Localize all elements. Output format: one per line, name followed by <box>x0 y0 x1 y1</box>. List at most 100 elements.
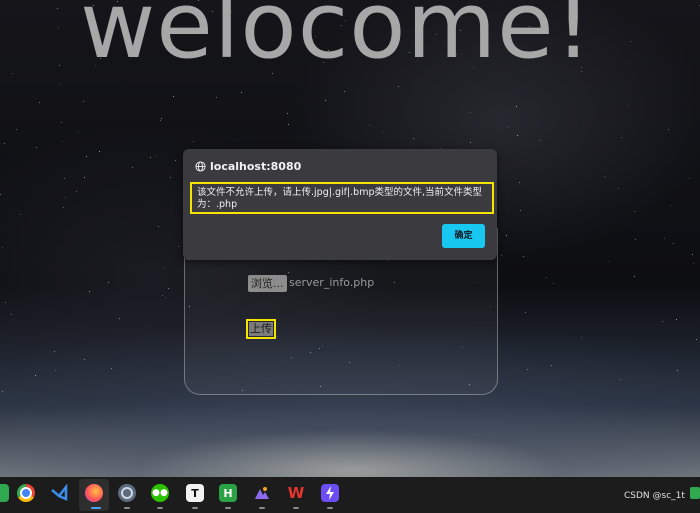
firefox-active-indicator <box>91 507 101 509</box>
star <box>693 263 694 264</box>
star <box>83 101 84 102</box>
star <box>506 235 507 236</box>
star <box>551 365 552 366</box>
star <box>369 125 370 126</box>
dialog-message: 该文件不允许上传，请上传.jpg|.gif|.bmp类型的文件,当前文件类型 为… <box>190 182 494 214</box>
star <box>59 65 60 66</box>
browse-button[interactable]: 浏览... <box>248 275 287 292</box>
star <box>4 143 5 144</box>
star <box>84 177 85 178</box>
taskbar: ●● T H W <box>0 477 700 513</box>
hbuilder-icon[interactable]: H <box>219 484 237 502</box>
star <box>165 297 166 298</box>
star <box>16 129 17 130</box>
star <box>668 129 669 130</box>
ok-button[interactable]: 确定 <box>442 224 485 248</box>
star <box>519 182 520 183</box>
star <box>620 379 621 380</box>
star <box>76 191 77 192</box>
star <box>89 291 90 292</box>
upload-button[interactable]: 上传 <box>249 322 273 336</box>
settings-icon[interactable] <box>118 484 136 502</box>
star <box>64 178 65 179</box>
star <box>618 188 619 189</box>
star <box>60 84 61 85</box>
star <box>2 391 3 392</box>
star <box>689 178 690 179</box>
star <box>173 96 174 97</box>
star <box>156 156 157 157</box>
star <box>62 141 63 142</box>
star <box>175 160 176 161</box>
partial-app-icon[interactable] <box>0 484 9 502</box>
alert-dialog: localhost:8080 该文件不允许上传，请上传.jpg|.gif|.bm… <box>183 149 497 260</box>
star <box>553 283 554 284</box>
star <box>39 102 40 103</box>
star <box>664 238 665 239</box>
star <box>0 194 1 195</box>
star <box>178 246 179 247</box>
star <box>35 375 36 376</box>
star <box>516 106 517 107</box>
upload-button-highlight: 上传 <box>246 319 276 339</box>
star <box>540 140 541 141</box>
star <box>288 124 289 125</box>
wechat-icon[interactable]: ●● <box>151 484 169 502</box>
selected-file-name: server_info.php <box>289 276 375 289</box>
star <box>662 321 663 322</box>
star <box>382 132 383 133</box>
typora-running-indicator <box>192 507 198 509</box>
star <box>501 255 502 256</box>
firefox-icon[interactable] <box>85 484 103 502</box>
star <box>287 113 288 114</box>
wps-icon[interactable]: W <box>287 484 305 502</box>
star <box>241 92 242 93</box>
star <box>2 247 3 248</box>
dialog-origin: localhost:8080 <box>210 160 302 173</box>
star <box>413 138 414 139</box>
star <box>344 91 345 92</box>
star <box>581 337 582 338</box>
wechat-running-indicator <box>157 507 163 509</box>
star <box>193 141 194 142</box>
app-running-indicator <box>259 507 265 509</box>
star <box>161 118 162 119</box>
star <box>58 27 59 28</box>
star <box>627 105 628 106</box>
star <box>216 97 217 98</box>
star <box>162 295 163 296</box>
app-icon[interactable] <box>253 484 271 502</box>
star <box>150 157 151 158</box>
star <box>99 151 100 152</box>
star <box>523 256 524 257</box>
vscode-icon[interactable] <box>50 484 68 502</box>
settings-running-indicator <box>124 507 130 509</box>
star <box>84 359 85 360</box>
star <box>696 339 697 340</box>
star <box>398 86 399 87</box>
dialog-message-line1: 该文件不允许上传，请上传.jpg|.gif|.bmp类型的文件,当前文件类型 <box>197 187 483 198</box>
star <box>5 302 6 303</box>
star <box>132 167 133 168</box>
star <box>64 197 65 198</box>
chrome-icon[interactable] <box>17 484 35 502</box>
star <box>108 282 109 283</box>
star <box>635 239 636 240</box>
globe-icon <box>195 161 206 172</box>
star <box>78 131 79 132</box>
star <box>630 41 631 42</box>
star <box>55 370 56 371</box>
star <box>673 243 674 244</box>
star <box>671 205 672 206</box>
star <box>54 351 55 352</box>
wps-running-indicator <box>293 507 299 509</box>
app-icon-2[interactable] <box>321 484 339 502</box>
typora-icon[interactable]: T <box>186 484 204 502</box>
star <box>12 73 13 74</box>
tray-app-icon[interactable] <box>690 487 700 499</box>
hbuilder-running-indicator <box>225 507 231 509</box>
star <box>57 8 58 9</box>
star <box>325 100 326 101</box>
star <box>527 369 528 370</box>
star <box>634 276 635 277</box>
